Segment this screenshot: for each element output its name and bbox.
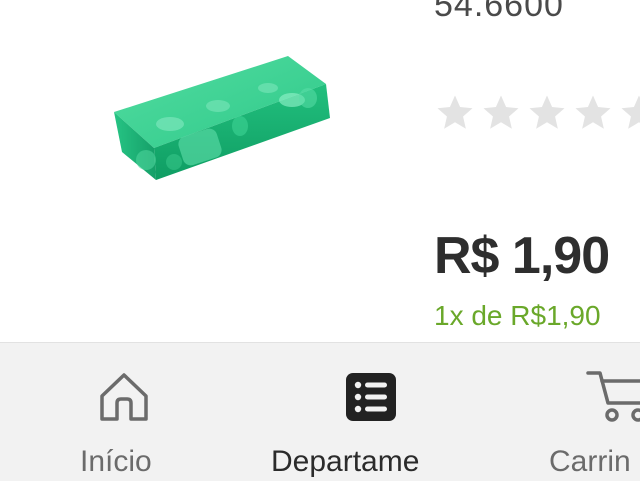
product-image[interactable]: [100, 40, 350, 200]
star-icon: [618, 92, 640, 134]
product-image-green-block: [100, 40, 350, 200]
cart-icon: [586, 369, 640, 425]
product-price: R$ 1,90: [434, 226, 609, 286]
star-icon: [572, 92, 614, 134]
star-icon: [526, 92, 568, 134]
installment-info: 1x de R$1,90: [434, 300, 601, 332]
home-icon: [96, 369, 152, 425]
nav-item-inicio[interactable]: Início: [60, 343, 190, 481]
star-icon: [480, 92, 522, 134]
nav-label-departamentos: Departame: [271, 445, 419, 479]
product-card: 54.6600 R$ 1,90 1x de R$1,90: [0, 0, 640, 342]
bottom-navigation: Início Departame Carrin: [0, 342, 640, 481]
nav-label-inicio: Início: [80, 445, 152, 479]
list-icon: [344, 371, 398, 423]
star-icon: [434, 92, 476, 134]
nav-label-carrinho: Carrin: [549, 445, 631, 479]
product-sku: 54.6600: [434, 0, 564, 25]
nav-item-departamentos[interactable]: Departame: [262, 343, 462, 481]
nav-item-carrinho[interactable]: Carrin: [540, 343, 640, 481]
rating-stars[interactable]: [434, 92, 640, 134]
